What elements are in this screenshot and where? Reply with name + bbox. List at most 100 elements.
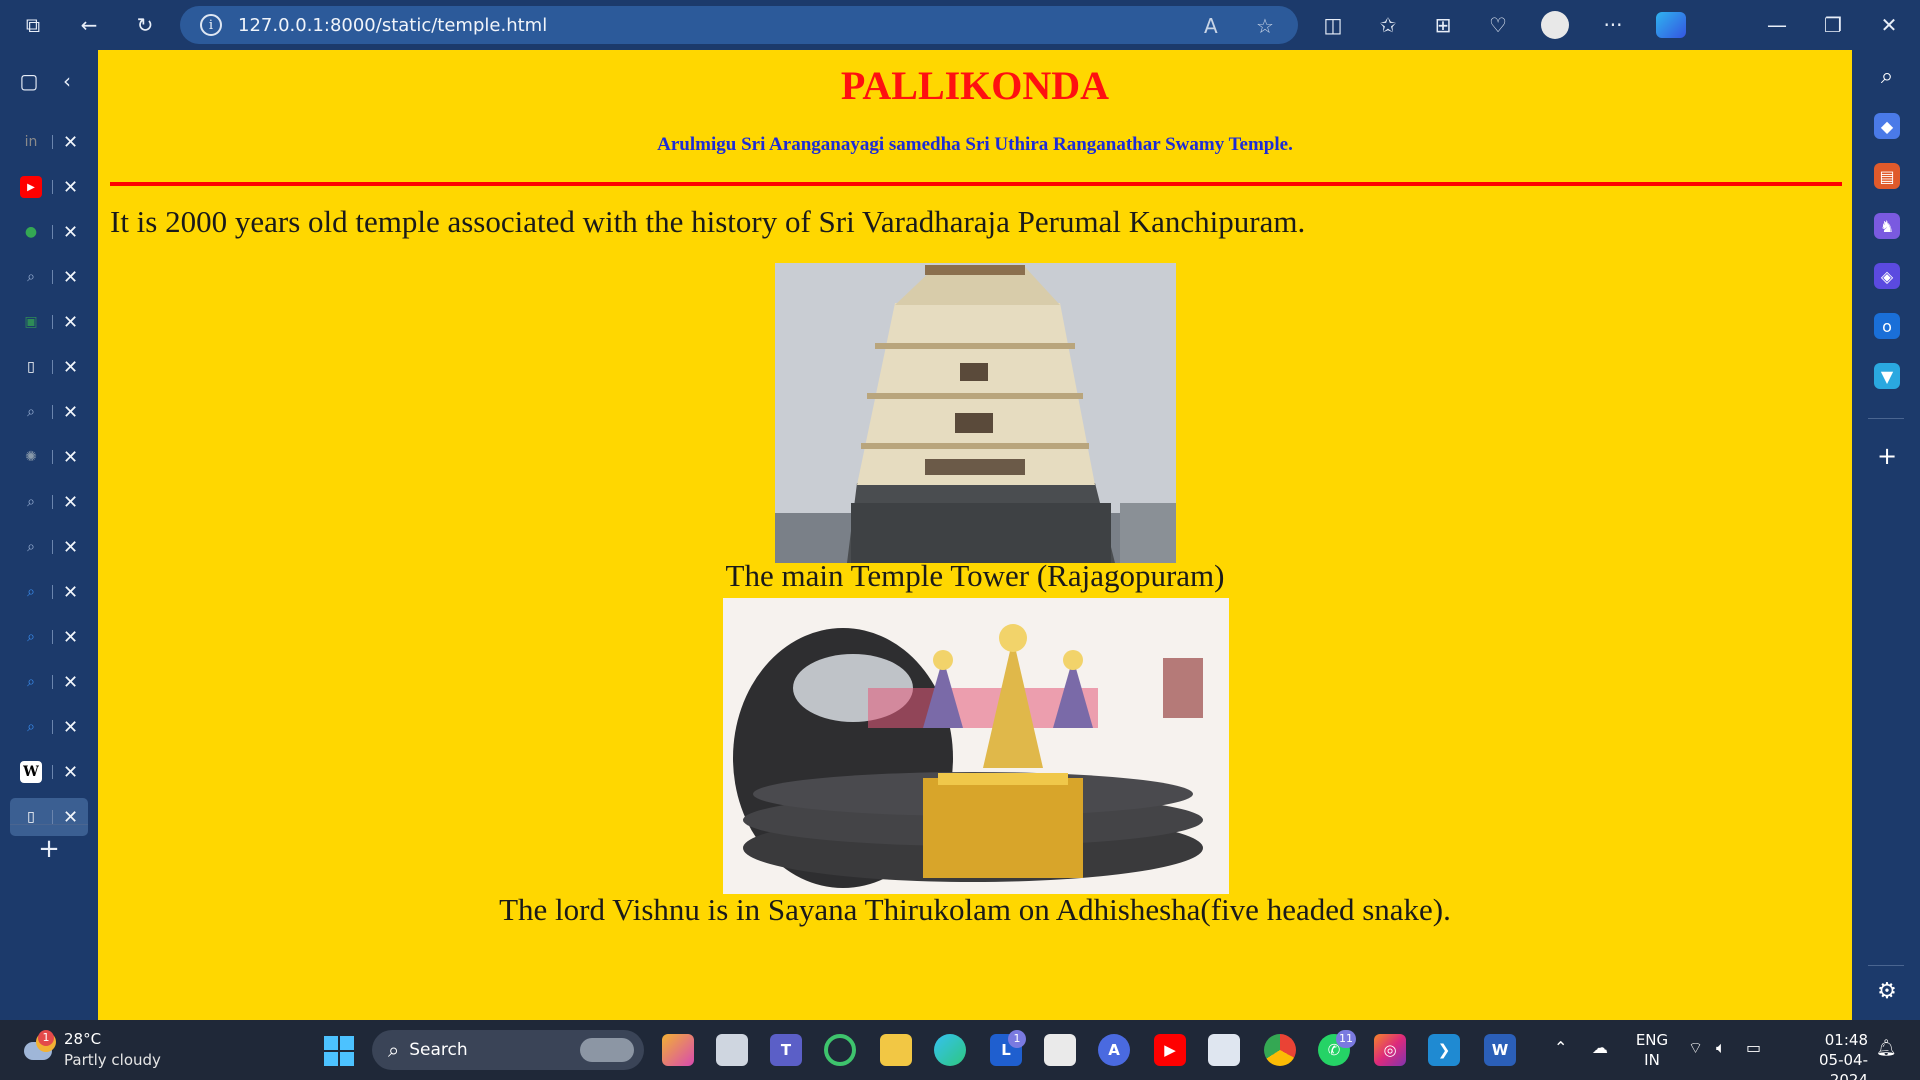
onedrive-icon[interactable]: ☁ bbox=[1592, 1038, 1608, 1057]
add-sidebar-item-icon[interactable]: + bbox=[1874, 442, 1900, 470]
close-tab-icon[interactable]: ✕ bbox=[63, 312, 78, 333]
refresh-icon[interactable]: ↻ bbox=[130, 10, 160, 40]
edge-browser-icon[interactable] bbox=[934, 1034, 966, 1066]
profile-avatar[interactable] bbox=[1541, 11, 1569, 39]
tab-item[interactable]: ▯ ✕ bbox=[10, 348, 88, 386]
collapse-tabs-icon[interactable]: ‹ bbox=[52, 66, 82, 96]
show-hidden-icons-icon[interactable]: ⌃ bbox=[1554, 1038, 1567, 1057]
browser-essentials-icon[interactable]: ♡ bbox=[1483, 10, 1513, 40]
tab-item[interactable]: ⌕ ✕ bbox=[10, 573, 88, 611]
task-view-icon[interactable] bbox=[716, 1034, 748, 1066]
idol-image-caption: The lord Vishnu is in Sayana Thirukolam … bbox=[499, 892, 1451, 927]
close-tab-icon[interactable]: ✕ bbox=[63, 402, 78, 423]
tab-item[interactable]: ⌕ ✕ bbox=[10, 528, 88, 566]
microsoft-365-icon[interactable]: ◈ bbox=[1874, 263, 1900, 289]
tab-item[interactable]: ⌕ ✕ bbox=[10, 258, 88, 296]
weather-icon[interactable]: 1 bbox=[24, 1030, 56, 1064]
drop-icon[interactable]: ▼ bbox=[1874, 363, 1900, 389]
page-favicon-icon: ▯ bbox=[27, 359, 35, 375]
wifi-icon[interactable]: ⌔ bbox=[1688, 1038, 1703, 1058]
tab-item[interactable]: W ✕ bbox=[10, 753, 88, 791]
back-icon[interactable]: ← bbox=[74, 10, 104, 40]
arc-app-icon[interactable]: A bbox=[1098, 1034, 1130, 1066]
copilot-pre-icon[interactable] bbox=[662, 1034, 694, 1066]
read-aloud-icon[interactable]: A bbox=[1204, 14, 1218, 38]
copilot-icon[interactable] bbox=[1656, 12, 1686, 38]
tab-item[interactable]: ▣ ✕ bbox=[10, 303, 88, 341]
close-tab-icon[interactable]: ✕ bbox=[63, 177, 78, 198]
loader-app-icon[interactable] bbox=[824, 1034, 856, 1066]
workspaces-icon[interactable]: ⧉ bbox=[18, 10, 48, 40]
close-window-icon[interactable]: ✕ bbox=[1874, 10, 1904, 40]
tab-item[interactable]: ⌕ ✕ bbox=[10, 663, 88, 701]
browser-toolbar: ⧉ ← ↻ i 127.0.0.1:8000/static/temple.htm… bbox=[0, 0, 1920, 50]
close-tab-icon[interactable]: ✕ bbox=[63, 627, 78, 648]
clock[interactable]: 01:48 05-04-2024 bbox=[1786, 1030, 1868, 1080]
close-tab-icon[interactable]: ✕ bbox=[63, 447, 78, 468]
microsoft-store-icon[interactable] bbox=[1044, 1034, 1076, 1066]
tab-item[interactable]: ⌕ ✕ bbox=[10, 618, 88, 656]
instagram-icon[interactable]: ◎ bbox=[1374, 1034, 1406, 1066]
youtube-favicon-icon: ▶ bbox=[20, 176, 42, 198]
tab-actions-icon[interactable]: ▢ bbox=[14, 66, 44, 96]
tab-item[interactable]: in ✕ bbox=[10, 123, 88, 161]
tools-icon[interactable]: ▤ bbox=[1874, 163, 1900, 189]
tab-item-active[interactable]: ▯ ✕ bbox=[10, 798, 88, 836]
minimize-icon[interactable]: — bbox=[1762, 10, 1792, 40]
search-favicon-icon: ⌕ bbox=[27, 674, 35, 690]
favorites-icon[interactable]: ✩ bbox=[1373, 10, 1403, 40]
close-tab-icon[interactable]: ✕ bbox=[63, 537, 78, 558]
teams-icon[interactable]: T bbox=[770, 1034, 802, 1066]
collections-icon[interactable]: ⊞ bbox=[1428, 10, 1458, 40]
windows-taskbar: 1 28°C Partly cloudy ⌕ Search T L 1 A ▶ … bbox=[0, 1020, 1920, 1080]
youtube-icon[interactable]: ▶ bbox=[1154, 1034, 1186, 1066]
start-windows-icon[interactable] bbox=[324, 1036, 354, 1066]
close-tab-icon[interactable]: ✕ bbox=[63, 267, 78, 288]
outlook-icon[interactable]: o bbox=[1874, 313, 1900, 339]
search-label: Search bbox=[409, 1040, 468, 1060]
horizontal-rule bbox=[110, 182, 1842, 186]
tab-item[interactable]: ⌕ ✕ bbox=[10, 483, 88, 521]
close-tab-icon[interactable]: ✕ bbox=[63, 492, 78, 513]
new-tab-icon[interactable]: + bbox=[34, 834, 64, 864]
notifications-bell-icon[interactable]: 🔔︎ bbox=[1876, 1038, 1896, 1057]
more-menu-icon[interactable]: ··· bbox=[1598, 10, 1628, 40]
weather-description[interactable]: Partly cloudy bbox=[64, 1051, 161, 1069]
shopping-tag-icon[interactable]: ◆ bbox=[1874, 113, 1900, 139]
close-tab-icon[interactable]: ✕ bbox=[63, 357, 78, 378]
tab-item[interactable]: ⌕ ✕ bbox=[10, 393, 88, 431]
temple-tower-image bbox=[775, 263, 1176, 563]
favorite-star-icon[interactable]: ☆ bbox=[1256, 14, 1274, 38]
input-language[interactable]: ENG IN bbox=[1632, 1030, 1672, 1070]
close-tab-icon[interactable]: ✕ bbox=[63, 717, 78, 738]
tab-item[interactable]: ● ✕ bbox=[10, 213, 88, 251]
file-explorer-icon[interactable] bbox=[880, 1034, 912, 1066]
site-info-icon[interactable]: i bbox=[200, 14, 222, 36]
volume-icon[interactable]: 🔈︎ bbox=[1716, 1038, 1726, 1058]
search-favicon-icon: ⌕ bbox=[27, 404, 35, 420]
vertical-tabs-sidebar: ▢ ‹ in ✕ ▶ ✕ ● ✕ ⌕ ✕ ▣ ✕ ▯ ✕ ⌕ ✕ ✺ ✕ ⌕ ✕ ⌕ ✕ ⌕ ✕ ⌕ ✕… bbox=[0, 50, 98, 1020]
tab-item[interactable]: ✺ ✕ bbox=[10, 438, 88, 476]
close-tab-icon[interactable]: ✕ bbox=[63, 132, 78, 153]
close-tab-icon[interactable]: ✕ bbox=[63, 582, 78, 603]
weather-temperature[interactable]: 28°C bbox=[64, 1030, 101, 1048]
settings-gear-icon[interactable]: ⚙ bbox=[1874, 978, 1900, 1004]
close-tab-icon[interactable]: ✕ bbox=[63, 762, 78, 783]
clock-time: 01:48 bbox=[1824, 1031, 1868, 1049]
restore-icon[interactable]: ❐ bbox=[1818, 10, 1848, 40]
vscode-icon[interactable]: ❯ bbox=[1428, 1034, 1460, 1066]
word-icon[interactable]: W bbox=[1484, 1034, 1516, 1066]
tab-item[interactable]: ▶ ✕ bbox=[10, 168, 88, 206]
notepad-icon[interactable] bbox=[1208, 1034, 1240, 1066]
chrome-icon[interactable] bbox=[1264, 1034, 1296, 1066]
games-icon[interactable]: ♞ bbox=[1874, 213, 1900, 239]
split-screen-icon[interactable]: ◫ bbox=[1318, 10, 1348, 40]
taskbar-search[interactable]: ⌕ Search bbox=[372, 1030, 644, 1070]
address-bar[interactable]: i 127.0.0.1:8000/static/temple.html A ☆ bbox=[180, 6, 1298, 44]
search-icon[interactable]: ⌕ bbox=[1874, 63, 1900, 89]
tab-item[interactable]: ⌕ ✕ bbox=[10, 708, 88, 746]
close-tab-icon[interactable]: ✕ bbox=[63, 672, 78, 693]
battery-icon[interactable]: ▭ bbox=[1746, 1038, 1761, 1057]
search-favicon-icon: ⌕ bbox=[27, 584, 35, 600]
close-tab-icon[interactable]: ✕ bbox=[63, 222, 78, 243]
